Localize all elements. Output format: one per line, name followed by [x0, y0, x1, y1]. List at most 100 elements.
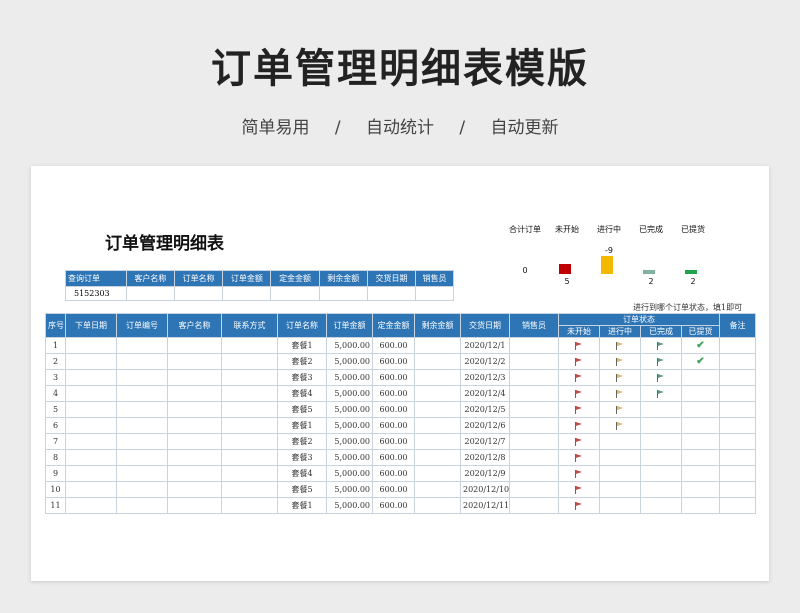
table-cell[interactable] — [509, 417, 559, 434]
table-cell[interactable]: 9 — [45, 465, 66, 482]
table-cell[interactable]: 5,000.00 — [326, 433, 373, 450]
table-cell[interactable]: 5,000.00 — [326, 449, 373, 466]
table-cell[interactable] — [221, 497, 278, 514]
table-cell[interactable] — [221, 465, 278, 482]
table-cell[interactable]: 5,000.00 — [326, 385, 373, 402]
table-cell[interactable]: 600.00 — [372, 497, 415, 514]
table-cell[interactable] — [221, 401, 278, 418]
query-cell[interactable] — [222, 286, 272, 301]
status-cell[interactable] — [640, 481, 682, 498]
table-cell[interactable] — [221, 353, 278, 370]
table-cell[interactable]: 5,000.00 — [326, 497, 373, 514]
table-cell[interactable] — [414, 417, 461, 434]
status-cell[interactable] — [599, 369, 641, 386]
status-cell[interactable] — [558, 449, 600, 466]
table-cell[interactable]: 套餐3 — [277, 449, 327, 466]
table-cell[interactable] — [509, 353, 559, 370]
table-cell[interactable]: 2020/12/10 — [460, 481, 510, 498]
table-cell[interactable] — [509, 385, 559, 402]
query-cell[interactable] — [270, 286, 320, 301]
status-cell[interactable] — [681, 385, 720, 402]
table-cell[interactable] — [65, 465, 117, 482]
table-cell[interactable]: 600.00 — [372, 337, 415, 354]
table-cell[interactable] — [65, 337, 117, 354]
table-cell[interactable]: 11 — [45, 497, 66, 514]
table-cell[interactable]: 套餐2 — [277, 353, 327, 370]
table-cell[interactable] — [167, 449, 222, 466]
status-cell[interactable] — [681, 465, 720, 482]
table-cell[interactable]: 600.00 — [372, 449, 415, 466]
table-cell[interactable] — [65, 481, 117, 498]
table-cell[interactable] — [116, 385, 168, 402]
status-cell[interactable] — [681, 497, 720, 514]
status-cell[interactable] — [558, 481, 600, 498]
status-cell[interactable] — [640, 417, 682, 434]
table-cell[interactable]: 6 — [45, 417, 66, 434]
table-cell[interactable] — [65, 401, 117, 418]
status-cell[interactable] — [558, 417, 600, 434]
table-cell[interactable] — [509, 369, 559, 386]
query-cell[interactable] — [318, 286, 368, 301]
table-cell[interactable]: 5,000.00 — [326, 417, 373, 434]
table-cell[interactable]: 5,000.00 — [326, 353, 373, 370]
status-cell[interactable] — [640, 353, 682, 370]
table-cell[interactable] — [65, 369, 117, 386]
table-cell[interactable]: 5,000.00 — [326, 465, 373, 482]
table-cell[interactable] — [116, 417, 168, 434]
table-cell[interactable] — [167, 385, 222, 402]
table-cell[interactable]: 2020/12/1 — [460, 337, 510, 354]
status-cell[interactable] — [558, 337, 600, 354]
table-cell[interactable] — [414, 497, 461, 514]
table-cell[interactable]: 2020/12/5 — [460, 401, 510, 418]
table-cell[interactable]: 10 — [45, 481, 66, 498]
status-cell[interactable] — [640, 385, 682, 402]
status-cell[interactable] — [558, 497, 600, 514]
table-cell[interactable] — [116, 465, 168, 482]
table-cell[interactable]: 600.00 — [372, 369, 415, 386]
table-cell[interactable] — [414, 433, 461, 450]
table-cell[interactable] — [116, 481, 168, 498]
table-cell[interactable] — [116, 433, 168, 450]
status-cell[interactable] — [558, 385, 600, 402]
status-cell[interactable]: ✔ — [681, 353, 720, 370]
table-cell[interactable]: 600.00 — [372, 417, 415, 434]
status-cell[interactable] — [599, 417, 641, 434]
table-cell[interactable] — [65, 417, 117, 434]
table-cell[interactable]: 5,000.00 — [326, 337, 373, 354]
table-cell[interactable] — [65, 353, 117, 370]
query-cell[interactable] — [415, 286, 454, 301]
status-cell[interactable] — [599, 401, 641, 418]
table-cell[interactable] — [65, 385, 117, 402]
status-cell[interactable] — [599, 449, 641, 466]
query-cell[interactable] — [174, 286, 224, 301]
table-cell[interactable]: 1 — [45, 337, 66, 354]
status-cell[interactable] — [681, 449, 720, 466]
table-cell[interactable] — [414, 465, 461, 482]
status-cell[interactable] — [558, 401, 600, 418]
table-cell[interactable] — [414, 401, 461, 418]
table-cell[interactable]: 套餐2 — [277, 433, 327, 450]
table-cell[interactable]: 5,000.00 — [326, 401, 373, 418]
table-cell[interactable] — [509, 497, 559, 514]
table-cell[interactable] — [414, 385, 461, 402]
table-cell[interactable]: 5,000.00 — [326, 369, 373, 386]
table-cell[interactable] — [167, 465, 222, 482]
table-cell[interactable]: 7 — [45, 433, 66, 450]
table-cell[interactable] — [116, 369, 168, 386]
table-cell[interactable]: 2020/12/11 — [460, 497, 510, 514]
status-cell[interactable] — [558, 353, 600, 370]
table-cell[interactable] — [167, 497, 222, 514]
table-cell[interactable] — [221, 481, 278, 498]
status-cell[interactable] — [599, 465, 641, 482]
table-cell[interactable]: 5,000.00 — [326, 481, 373, 498]
table-cell[interactable] — [509, 449, 559, 466]
table-cell[interactable]: 2020/12/2 — [460, 353, 510, 370]
table-cell[interactable] — [509, 433, 559, 450]
table-cell[interactable]: 套餐1 — [277, 337, 327, 354]
remark-cell[interactable] — [719, 369, 756, 386]
table-cell[interactable]: 3 — [45, 369, 66, 386]
table-cell[interactable]: 8 — [45, 449, 66, 466]
table-cell[interactable] — [414, 369, 461, 386]
remark-cell[interactable] — [719, 401, 756, 418]
status-cell[interactable] — [640, 337, 682, 354]
